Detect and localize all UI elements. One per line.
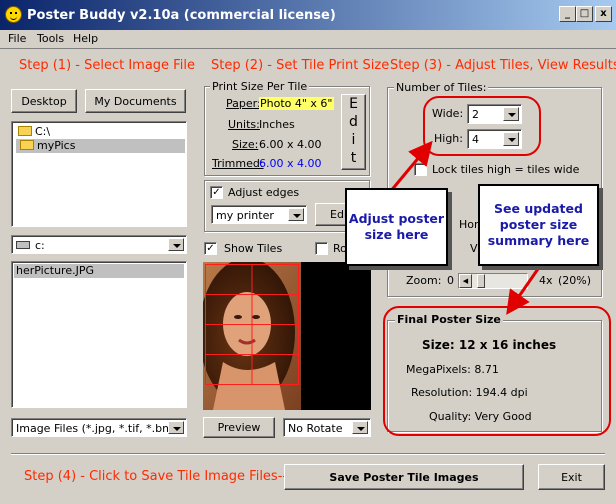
arrow-to-tiles [388,140,433,193]
exit-button[interactable]: Exit [538,464,605,490]
callout-adjust: Adjust poster size here [345,188,448,266]
arrow-to-final-size [506,265,542,315]
bottom-divider [11,453,605,454]
callout-summary: See updated poster size summary here [478,184,599,266]
step4-heading: Step (4) - Click to Save Tile Image File… [24,469,298,484]
save-tiles-button[interactable]: Save Poster Tile Images [284,464,524,490]
